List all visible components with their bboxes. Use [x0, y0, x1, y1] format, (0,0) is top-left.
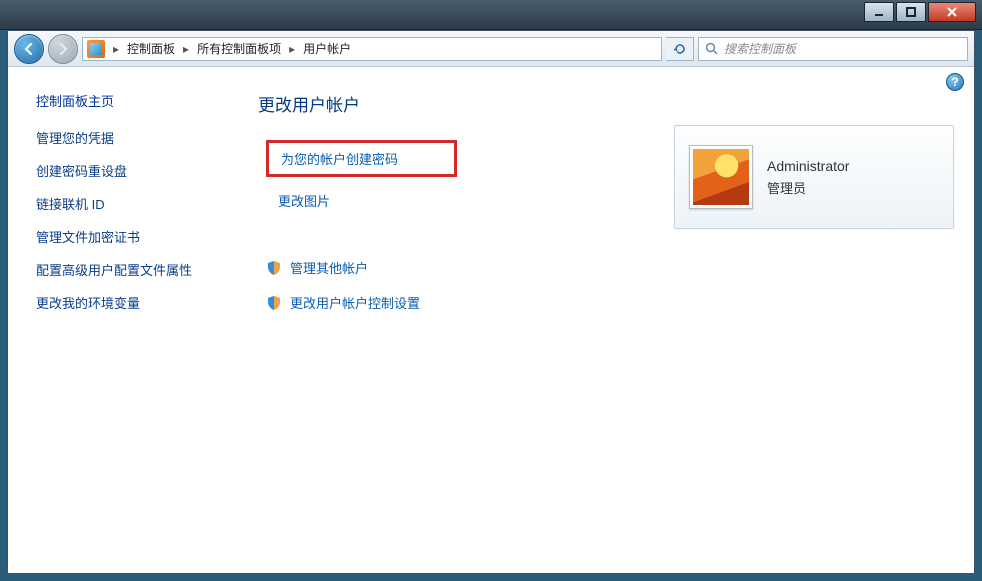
window-titlebar: [0, 0, 982, 30]
sidebar-link-env-vars[interactable]: 更改我的环境变量: [36, 293, 210, 312]
page-heading: 更改用户帐户: [258, 91, 946, 116]
maximize-button[interactable]: [896, 2, 926, 22]
breadcrumb-item[interactable]: 用户帐户: [301, 40, 353, 57]
option-label: 管理其他帐户: [290, 258, 368, 277]
option-manage-other-accounts[interactable]: 管理其他帐户: [266, 254, 946, 281]
search-input[interactable]: 搜索控制面板: [698, 37, 968, 61]
minimize-button[interactable]: [864, 2, 894, 22]
control-panel-icon: [87, 40, 105, 58]
chevron-right-icon: ▸: [177, 42, 195, 56]
refresh-button[interactable]: [666, 37, 694, 61]
close-icon: [946, 7, 958, 17]
sidebar-link-encryption-cert[interactable]: 管理文件加密证书: [36, 227, 210, 246]
minimize-icon: [874, 7, 884, 17]
arrow-right-icon: [56, 42, 70, 56]
content-area: ? 控制面板主页 管理您的凭据 创建密码重设盘 链接联机 ID 管理文件加密证书…: [8, 67, 974, 573]
current-user-card: Administrator 管理员: [674, 125, 954, 229]
avatar: [689, 145, 753, 209]
address-bar[interactable]: ▸ 控制面板 ▸ 所有控制面板项 ▸ 用户帐户: [82, 37, 662, 61]
sidebar-link-advanced-profile[interactable]: 配置高级用户配置文件属性: [36, 260, 210, 279]
avatar-image: [693, 149, 749, 205]
breadcrumb-item[interactable]: 所有控制面板项: [195, 40, 283, 57]
back-button[interactable]: [14, 34, 44, 64]
chevron-right-icon: ▸: [107, 42, 125, 56]
search-placeholder: 搜索控制面板: [724, 40, 796, 57]
sidebar: 控制面板主页 管理您的凭据 创建密码重设盘 链接联机 ID 管理文件加密证书 配…: [8, 67, 228, 573]
close-button[interactable]: [928, 2, 976, 22]
shield-icon: [266, 260, 282, 276]
sidebar-link-password-reset-disk[interactable]: 创建密码重设盘: [36, 161, 210, 180]
arrow-left-icon: [22, 42, 36, 56]
forward-button[interactable]: [48, 34, 78, 64]
user-meta: Administrator 管理员: [767, 158, 849, 197]
navigation-bar: ▸ 控制面板 ▸ 所有控制面板项 ▸ 用户帐户 搜索控制面板: [8, 31, 974, 67]
option-label: 更改图片: [278, 191, 330, 210]
window-body: ▸ 控制面板 ▸ 所有控制面板项 ▸ 用户帐户 搜索控制面板 ? 控制面板主页 …: [7, 30, 975, 574]
breadcrumb-item[interactable]: 控制面板: [125, 40, 177, 57]
sidebar-link-credentials[interactable]: 管理您的凭据: [36, 128, 210, 147]
sidebar-link-online-id[interactable]: 链接联机 ID: [36, 194, 210, 213]
shield-icon: [266, 295, 282, 311]
chevron-right-icon: ▸: [283, 42, 301, 56]
option-label: 为您的帐户创建密码: [281, 149, 398, 168]
user-role: 管理员: [767, 178, 849, 197]
option-create-password[interactable]: 为您的帐户创建密码: [266, 140, 457, 177]
user-name: Administrator: [767, 158, 849, 174]
search-icon: [705, 42, 718, 55]
option-change-uac[interactable]: 更改用户帐户控制设置: [266, 289, 946, 316]
refresh-icon: [673, 42, 687, 56]
sidebar-title: 控制面板主页: [36, 91, 210, 110]
option-label: 更改用户帐户控制设置: [290, 293, 420, 312]
maximize-icon: [906, 7, 916, 17]
main-panel: 更改用户帐户 为您的帐户创建密码 更改图片 管理其他帐户: [228, 67, 974, 573]
